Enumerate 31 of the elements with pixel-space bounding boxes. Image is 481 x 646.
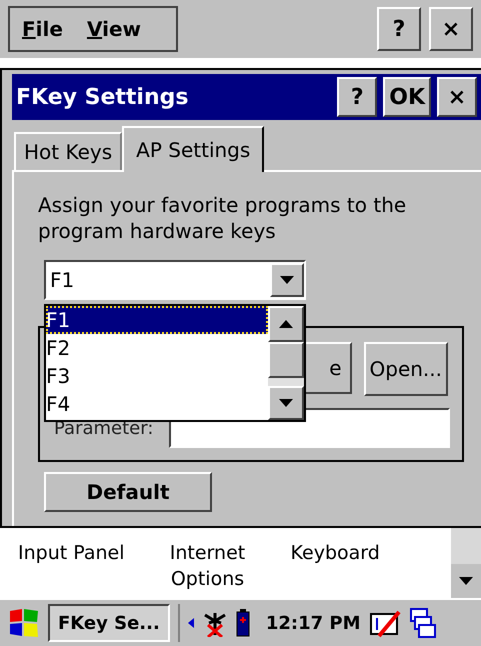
description-text: Assign your favorite programs to the program hardware keys bbox=[38, 192, 408, 244]
taskbar-task[interactable]: FKey Se... bbox=[48, 604, 170, 642]
scrollbar[interactable] bbox=[451, 528, 481, 598]
control-panel-item[interactable]: Internet Options bbox=[152, 540, 262, 592]
tab[interactable]: Hot Keys bbox=[14, 132, 122, 170]
input-panel-icon[interactable] bbox=[368, 608, 400, 638]
control-panel-item[interactable]: Keyboard bbox=[290, 540, 380, 566]
ok-button[interactable]: OK bbox=[383, 77, 431, 117]
parameter-label: Parameter: bbox=[54, 416, 154, 440]
default-button[interactable]: Default bbox=[44, 472, 212, 512]
menu-item[interactable]: File bbox=[22, 14, 63, 44]
windows-icon[interactable] bbox=[408, 607, 436, 639]
dropdown-option[interactable]: F1 bbox=[46, 306, 268, 334]
help-button[interactable]: ? bbox=[337, 77, 378, 117]
scroll-up-icon[interactable] bbox=[279, 320, 293, 328]
open-button[interactable]: Open... bbox=[364, 342, 448, 396]
battery-icon[interactable] bbox=[236, 609, 250, 637]
close-button[interactable]: × bbox=[437, 77, 477, 117]
dropdown-arrow-icon bbox=[280, 276, 294, 284]
scroll-down-icon[interactable] bbox=[459, 577, 473, 585]
clock-time: 12:17 PM bbox=[266, 612, 360, 636]
window-title: FKey Settings bbox=[16, 84, 190, 112]
scrollbar[interactable] bbox=[268, 306, 304, 420]
key-dropdown[interactable]: F1 bbox=[44, 260, 306, 300]
menu-item[interactable]: View bbox=[86, 14, 141, 44]
close-button[interactable]: × bbox=[429, 7, 473, 51]
tab[interactable]: AP Settings bbox=[122, 126, 264, 172]
control-panel-item[interactable]: Input Panel bbox=[18, 540, 124, 566]
left-arrow-icon[interactable] bbox=[188, 618, 194, 628]
start-icon[interactable] bbox=[8, 607, 40, 639]
help-button[interactable]: ? bbox=[377, 7, 421, 51]
